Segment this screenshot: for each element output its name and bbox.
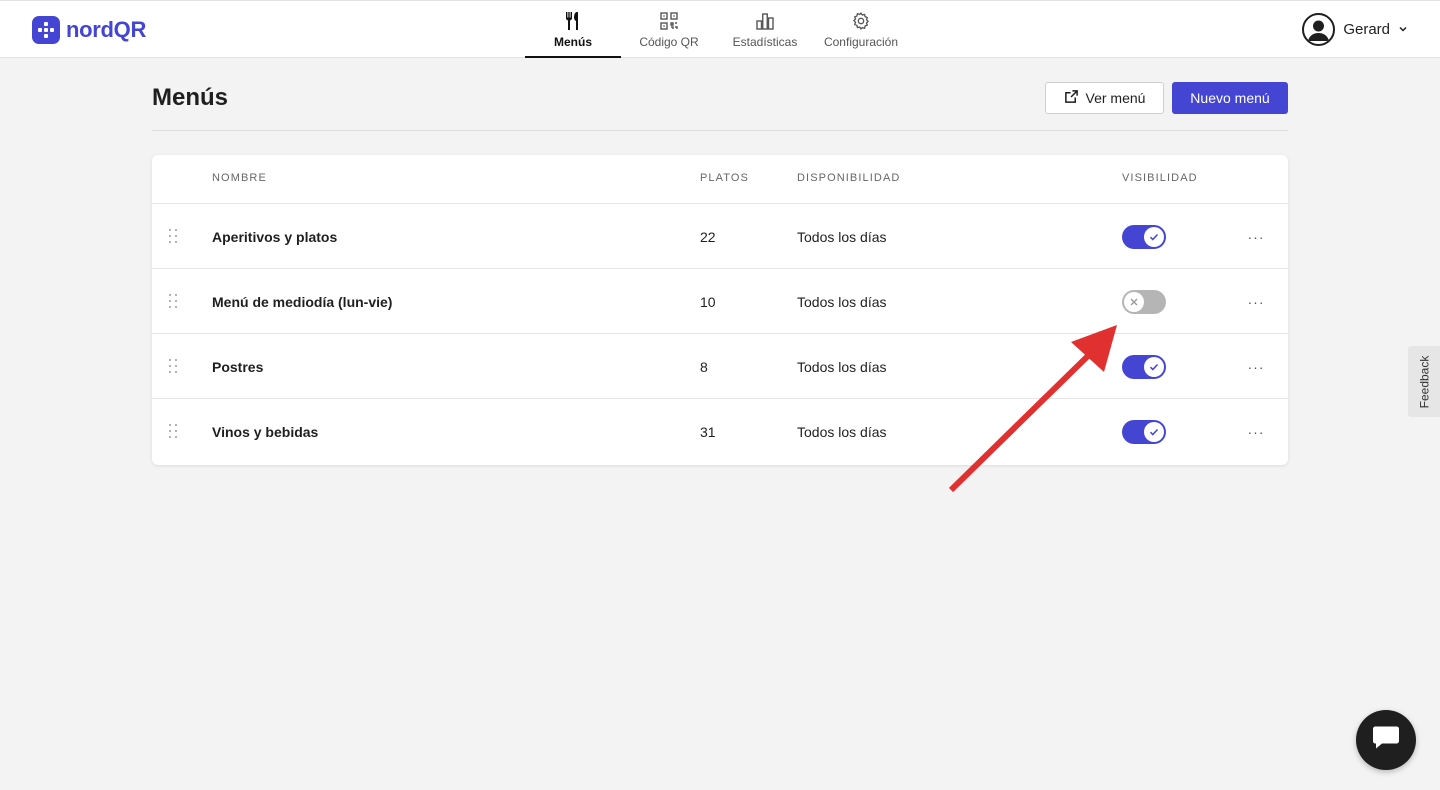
availability: Todos los días [797,228,887,245]
new-menu-button[interactable]: Nuevo menú [1172,82,1288,114]
drag-handle-icon[interactable] [169,229,179,245]
visibility-toggle[interactable] [1122,420,1166,444]
column-header-availability: DISPONIBILIDAD [797,172,901,184]
drag-handle-icon[interactable] [169,294,179,310]
view-menu-label: Ver menú [1085,90,1146,106]
avatar [1302,13,1336,46]
x-icon [1124,292,1144,312]
chat-launcher-button[interactable] [1356,710,1416,770]
nav-item-settings[interactable]: Configuración [813,1,909,58]
more-options-button[interactable]: ··· [1244,356,1268,378]
new-menu-label: Nuevo menú [1190,90,1270,106]
menus-table: NOMBRE PLATOS DISPONIBILIDAD VISIBILIDAD… [152,155,1288,465]
table-row[interactable]: Postres 8 Todos los días ··· [152,334,1288,399]
more-options-button[interactable]: ··· [1244,291,1268,313]
nordqr-logo[interactable]: nordQR [32,15,146,45]
chat-bubble-icon [1371,725,1401,756]
page-title: Menús [152,84,229,111]
nav-item-qr-code[interactable]: Código QR [621,1,717,58]
nav-label: Estadísticas [732,35,798,49]
nav-label: Código QR [639,35,699,49]
check-icon [1144,422,1164,442]
visibility-toggle[interactable] [1122,225,1166,249]
nav-label: Configuración [823,35,899,49]
chevron-down-icon [1398,21,1408,39]
more-options-button[interactable]: ··· [1244,226,1268,248]
nav-item-statistics[interactable]: Estadísticas [717,1,813,58]
table-row[interactable]: Aperitivos y platos 22 Todos los días ··… [152,204,1288,269]
availability: Todos los días [797,293,887,310]
feedback-label: Feedback [1417,355,1432,408]
dish-count: 8 [700,358,708,375]
top-bar: nordQR Menús Código QR Estadísticas Conf… [0,0,1440,58]
nordqr-logo-icon [32,16,60,44]
column-header-dishes: PLATOS [700,172,749,184]
check-icon [1144,357,1164,377]
bar-chart-icon [754,10,776,32]
nav-label: Menús [553,35,592,49]
check-icon [1144,227,1164,247]
table-row[interactable]: Menú de mediodía (lun-vie) 10 Todos los … [152,269,1288,334]
dish-count: 22 [700,228,716,245]
menu-name[interactable]: Postres [212,334,263,399]
availability: Todos los días [797,423,887,440]
gear-icon [850,10,872,32]
brand-name: nordQR [66,17,147,42]
user-menu[interactable]: Gerard [1302,13,1408,46]
menu-name[interactable]: Menú de mediodía (lun-vie) [212,269,392,334]
visibility-toggle[interactable] [1122,290,1166,314]
menu-name[interactable]: Vinos y bebidas [212,399,318,464]
menu-name[interactable]: Aperitivos y platos [212,204,337,269]
table-header: NOMBRE PLATOS DISPONIBILIDAD VISIBILIDAD [152,155,1288,204]
feedback-tab[interactable]: Feedback [1408,346,1440,417]
view-menu-button[interactable]: Ver menú [1045,82,1164,114]
table-row[interactable]: Vinos y bebidas 31 Todos los días ··· [152,399,1288,464]
external-link-icon [1064,89,1079,107]
visibility-toggle[interactable] [1122,355,1166,379]
fork-knife-icon [562,10,584,32]
nav-item-menus[interactable]: Menús [525,1,621,58]
qr-code-icon [658,10,680,32]
dish-count: 31 [700,423,716,440]
drag-handle-icon[interactable] [169,424,179,440]
header-divider [152,130,1288,131]
drag-handle-icon[interactable] [169,359,179,375]
main-nav: Menús Código QR Estadísticas Configuraci… [525,1,909,58]
availability: Todos los días [797,358,887,375]
column-header-name: NOMBRE [212,172,267,184]
dish-count: 10 [700,293,716,310]
more-options-button[interactable]: ··· [1244,421,1268,443]
user-name: Gerard [1343,21,1390,38]
column-header-visibility: VISIBILIDAD [1122,172,1198,184]
